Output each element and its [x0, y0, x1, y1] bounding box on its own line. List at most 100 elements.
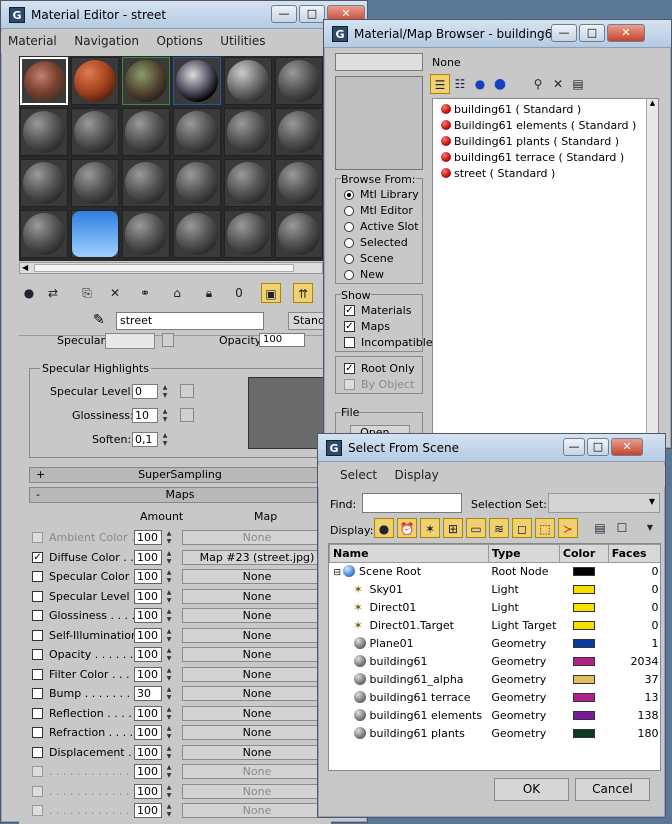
map-slot-button[interactable]: None [182, 627, 332, 643]
map-slot-button[interactable]: Map #23 (street.jpg) [182, 549, 332, 565]
map-enable-checkbox[interactable] [32, 629, 43, 641]
map-amount-field[interactable]: 100 [134, 549, 162, 565]
map-enable-checkbox[interactable] [32, 746, 43, 758]
scroll-left-arrow[interactable]: ◀ [22, 263, 28, 272]
update-scene-materials-icon[interactable]: ⚲ [528, 74, 548, 94]
sample-slot[interactable] [173, 210, 221, 258]
sample-slot[interactable] [173, 108, 221, 156]
map-slot-button[interactable]: None [182, 608, 332, 623]
table-row[interactable]: ✶ Direct01 Light 0 [330, 599, 661, 617]
view-list-icon[interactable]: ☰ [430, 74, 450, 94]
map-amount-field[interactable]: 100 [134, 588, 162, 604]
map-slot-button[interactable]: None [182, 647, 332, 662]
make-copy-icon[interactable]: ⚭ [135, 283, 155, 303]
map-amount-field[interactable]: 100 [134, 627, 162, 643]
menu-display[interactable]: Display [388, 465, 446, 485]
table-row[interactable]: ✶ Sky01 Light 0 [330, 581, 661, 599]
delete-from-library-icon[interactable]: ✕ [548, 74, 568, 94]
view-list-icons-icon[interactable]: ☷ [450, 74, 470, 94]
column-header-color[interactable]: Color [558, 544, 609, 563]
specular-level-field[interactable]: 0 [132, 384, 158, 399]
list-scrollbar[interactable]: ▲ [646, 99, 658, 437]
find-input[interactable] [362, 493, 462, 513]
menu-options[interactable]: Options [149, 31, 209, 51]
get-material-icon[interactable]: ● [19, 283, 39, 303]
delete-icon[interactable]: ✕ [105, 283, 125, 303]
maximize-button[interactable]: □ [587, 438, 609, 456]
view-large-icons-icon[interactable]: ● [490, 74, 510, 94]
map-amount-field[interactable]: 100 [134, 666, 162, 682]
put-to-scene-icon[interactable]: ⇄ [43, 283, 63, 303]
soften-spinner[interactable]: ▲ ▼ [160, 432, 170, 448]
sample-slot[interactable] [275, 159, 323, 207]
title-bar[interactable]: G Select From Scene — □ ✕ [318, 434, 665, 462]
minimize-button[interactable]: — [271, 5, 297, 23]
material-list-item[interactable]: building61 terrace ( Standard ) [441, 151, 636, 167]
maps-rollout[interactable]: - Maps [29, 487, 331, 503]
selection-set-dropdown[interactable]: ▼ [548, 493, 660, 513]
map-amount-spinner[interactable]: ▲ ▼ [164, 686, 174, 702]
display-bones-icon[interactable]: ≻ [558, 518, 578, 538]
map-enable-checkbox[interactable] [32, 590, 43, 602]
map-amount-spinner[interactable]: ▲ ▼ [164, 803, 174, 819]
table-row[interactable]: building61 Geometry 2034 [330, 653, 661, 671]
map-amount-spinner[interactable]: ▲ ▼ [164, 647, 174, 663]
sample-slot[interactable] [122, 210, 170, 258]
sample-slot[interactable] [224, 108, 272, 156]
material-list-item[interactable]: Building61 elements ( Standard ) [441, 119, 636, 135]
show-checkbox[interactable] [344, 337, 355, 348]
map-amount-field[interactable]: 100 [134, 725, 162, 740]
browse-from-radio[interactable] [344, 254, 354, 264]
specular-color-swatch[interactable] [105, 333, 155, 349]
title-bar[interactable]: G Material Editor - street — □ ✕ [1, 1, 367, 29]
maximize-button[interactable]: □ [299, 5, 325, 23]
material-id-icon[interactable]: 0 [229, 283, 249, 303]
display-xrefs-icon[interactable]: ⬚ [535, 518, 555, 538]
map-amount-spinner[interactable]: ▲ ▼ [164, 667, 174, 683]
close-button[interactable]: ✕ [607, 24, 645, 42]
scroll-thumb[interactable] [34, 264, 294, 272]
table-row[interactable]: building61_alpha Geometry 37 [330, 671, 661, 689]
supersampling-rollout[interactable]: + SuperSampling [29, 467, 331, 483]
map-amount-field[interactable]: 100 [134, 608, 162, 623]
sample-slot[interactable] [173, 57, 221, 105]
browse-from-radio[interactable] [344, 206, 354, 216]
map-slot-button[interactable]: None [182, 530, 332, 545]
map-amount-field[interactable]: 100 [134, 647, 162, 662]
display-helpers-icon[interactable]: ▭ [466, 518, 486, 538]
sample-slot[interactable] [224, 210, 272, 258]
material-name-field[interactable]: street [116, 312, 264, 330]
slots-scrollbar[interactable]: ◀ [19, 262, 323, 274]
sample-slot[interactable] [71, 108, 119, 156]
pick-material-icon[interactable]: ✎ [93, 312, 105, 328]
table-row[interactable]: Plane01 Geometry 1 [330, 635, 661, 653]
sample-slot[interactable] [71, 210, 119, 258]
material-list-item[interactable]: Building61 plants ( Standard ) [441, 135, 636, 151]
glossiness-map-button[interactable] [180, 408, 194, 422]
root-only-checkbox[interactable]: ✓ [344, 363, 355, 374]
opacity-field[interactable]: 100 [259, 333, 305, 347]
clear-library-icon[interactable]: ▤ [568, 74, 588, 94]
display-cameras-icon[interactable]: ⊞ [443, 518, 463, 538]
title-bar[interactable]: G Material/Map Browser - building61 ... … [324, 20, 671, 48]
map-slot-button[interactable]: None [182, 783, 332, 799]
map-amount-spinner[interactable]: ▲ ▼ [164, 784, 174, 800]
put-to-library-icon[interactable]: 🔒︎ [199, 283, 219, 303]
map-amount-spinner[interactable]: ▲ ▼ [164, 550, 174, 566]
map-enable-checkbox[interactable] [32, 571, 43, 582]
browse-from-radio[interactable] [344, 222, 354, 232]
ok-button[interactable]: OK [494, 778, 569, 801]
sample-slot[interactable] [20, 57, 68, 105]
map-enable-checkbox[interactable]: ✓ [32, 551, 43, 563]
map-slot-button[interactable]: None [182, 744, 332, 760]
map-slot-button[interactable]: None [182, 764, 332, 779]
map-amount-spinner[interactable]: ▲ ▼ [164, 628, 174, 644]
sample-slot[interactable] [71, 57, 119, 105]
map-amount-spinner[interactable]: ▲ ▼ [164, 745, 174, 761]
menu-material[interactable]: Material [1, 31, 64, 51]
material-type-button[interactable]: Stand [288, 312, 328, 330]
table-row[interactable]: building61 plants Geometry 180 [330, 725, 661, 743]
specular-map-button[interactable] [162, 333, 174, 347]
display-lights-icon[interactable]: ✶ [420, 518, 440, 538]
assign-to-selection-icon[interactable]: ⎘ [77, 283, 97, 303]
